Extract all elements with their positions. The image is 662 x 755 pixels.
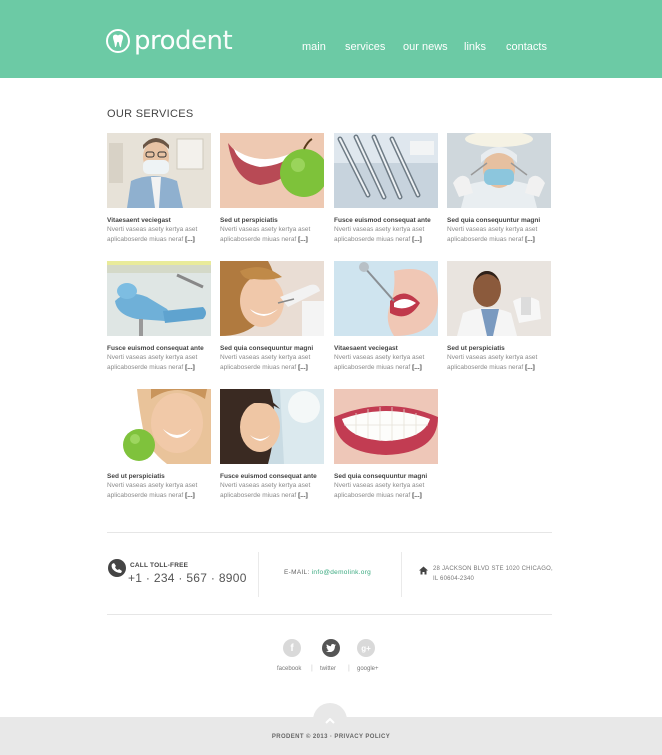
service-title[interactable]: Sed ut perspiciatis [220, 216, 324, 225]
service-photo-teeth-smile[interactable] [334, 389, 438, 464]
read-more-link[interactable]: [...] [298, 492, 308, 499]
service-title[interactable]: Fusce euismod consequat ante [107, 344, 211, 353]
service-card: Fusce euismod consequat ante Nverti vase… [107, 261, 211, 373]
google-plus-link[interactable]: google+ [357, 666, 379, 672]
service-card: Sed quia consequuntur magni Nverti vasea… [447, 133, 551, 245]
phone-number[interactable]: +1 · 234 · 567 · 8900 [128, 571, 247, 585]
phone-icon [108, 559, 126, 577]
main-nav: main services our news links contacts [0, 41, 662, 55]
chevron-up-icon [325, 711, 335, 729]
service-photo-mouth-mirror[interactable] [334, 261, 438, 336]
read-more-link[interactable]: [...] [412, 236, 422, 243]
service-text: Nverti vaseas asety kertya aset aplicabos… [107, 482, 198, 499]
social-separator: | [348, 665, 350, 672]
call-label: CALL TOLL-FREE [130, 562, 189, 569]
read-more-link[interactable]: [...] [412, 492, 422, 499]
service-text: Nverti vaseas asety kertya aset aplicabos… [107, 226, 198, 243]
facebook-icon[interactable]: f [283, 639, 301, 657]
service-title[interactable]: Sed ut perspiciatis [107, 472, 211, 481]
read-more-link[interactable]: [...] [185, 364, 195, 371]
read-more-link[interactable]: [...] [185, 492, 195, 499]
read-more-link[interactable]: [...] [412, 364, 422, 371]
read-more-link[interactable]: [...] [185, 236, 195, 243]
service-text: Nverti vaseas asety kertya aset aplicabos… [447, 226, 538, 243]
footer-copyright[interactable]: PRODENT © 2013 · PRIVACY POLICY [0, 734, 662, 740]
service-title[interactable]: Sed quia consequuntur magni [220, 344, 324, 353]
nav-links[interactable]: links [464, 41, 486, 53]
service-title[interactable]: Vitaesaent veciegast [107, 216, 211, 225]
nav-our-news[interactable]: our news [403, 41, 448, 53]
read-more-link[interactable]: [...] [298, 236, 308, 243]
service-card: Vitaesaent veciegast Nverti vaseas asety… [334, 261, 438, 373]
social-separator: | [311, 665, 313, 672]
nav-contacts[interactable]: contacts [506, 41, 547, 53]
email-link[interactable]: info@demolink.org [312, 569, 371, 576]
service-photo-dental-chair[interactable] [107, 261, 211, 336]
service-photo-dentist[interactable] [107, 133, 211, 208]
service-text: Nverti vaseas asety kertya aset aplicabos… [334, 482, 425, 499]
read-more-link[interactable]: [...] [525, 236, 535, 243]
divider [258, 552, 259, 597]
service-title[interactable]: Sed ut perspiciatis [447, 344, 551, 353]
address: 28 JACKSON BLVD STE 1020 CHICAGO, IL 6060… [433, 566, 553, 582]
nav-main[interactable]: main [302, 41, 326, 53]
email-label: E-MAIL: [284, 569, 310, 576]
service-title[interactable]: Sed quia consequuntur magni [334, 472, 438, 481]
divider [107, 614, 552, 615]
service-title[interactable]: Fusce euismod consequat ante [220, 472, 324, 481]
facebook-link[interactable]: facebook [277, 666, 301, 672]
service-photo-woman-apple[interactable] [107, 389, 211, 464]
twitter-link[interactable]: twitter [320, 666, 336, 672]
service-card: Sed quia consequuntur magni Nverti vasea… [334, 389, 438, 501]
service-text: Nverti vaseas asety kertya aset aplicabos… [447, 354, 538, 371]
service-text: Nverti vaseas asety kertya aset aplicabos… [334, 226, 425, 243]
service-card: Fusce euismod consequat ante Nverti vase… [334, 133, 438, 245]
read-more-link[interactable]: [...] [525, 364, 535, 371]
scroll-to-top-button[interactable] [313, 703, 347, 731]
service-text: Nverti vaseas asety kertya aset aplicabos… [220, 226, 311, 243]
site-header: prodent main services our news links con… [0, 0, 662, 78]
service-card: Vitaesaent veciegast Nverti vaseas asety… [107, 133, 211, 245]
divider [401, 552, 402, 597]
service-card: Sed ut perspiciatis Nverti vaseas asety … [220, 133, 324, 245]
service-text: Nverti vaseas asety kertya aset aplicabos… [334, 354, 425, 371]
service-photo-dental-tools[interactable] [334, 133, 438, 208]
service-title[interactable]: Fusce euismod consequat ante [334, 216, 438, 225]
home-icon [419, 562, 428, 580]
service-photo-patient[interactable] [220, 261, 324, 336]
service-photo-woman-lamp[interactable] [220, 389, 324, 464]
service-photo-smiling-doctor[interactable] [447, 261, 551, 336]
service-text: Nverti vaseas asety kertya aset aplicabos… [220, 482, 311, 499]
service-card: Sed ut perspiciatis Nverti vaseas asety … [447, 261, 551, 373]
nav-services[interactable]: services [345, 41, 385, 53]
service-title[interactable]: Vitaesaent veciegast [334, 344, 438, 353]
google-plus-icon[interactable]: g+ [357, 639, 375, 657]
service-card: Fusce euismod consequat ante Nverti vase… [220, 389, 324, 501]
email-line: E-MAIL: info@demolink.org [284, 569, 371, 576]
service-title[interactable]: Sed quia consequuntur magni [447, 216, 551, 225]
twitter-icon[interactable] [322, 639, 340, 657]
divider [107, 532, 552, 533]
service-photo-smile-apple[interactable] [220, 133, 324, 208]
service-photo-masked-dentist[interactable] [447, 133, 551, 208]
service-text: Nverti vaseas asety kertya aset aplicabos… [220, 354, 311, 371]
service-card: Sed quia consequuntur magni Nverti vasea… [220, 261, 324, 373]
service-text: Nverti vaseas asety kertya aset aplicabos… [107, 354, 198, 371]
read-more-link[interactable]: [...] [298, 364, 308, 371]
service-card: Sed ut perspiciatis Nverti vaseas asety … [107, 389, 211, 501]
section-title: OUR SERVICES [107, 108, 194, 120]
